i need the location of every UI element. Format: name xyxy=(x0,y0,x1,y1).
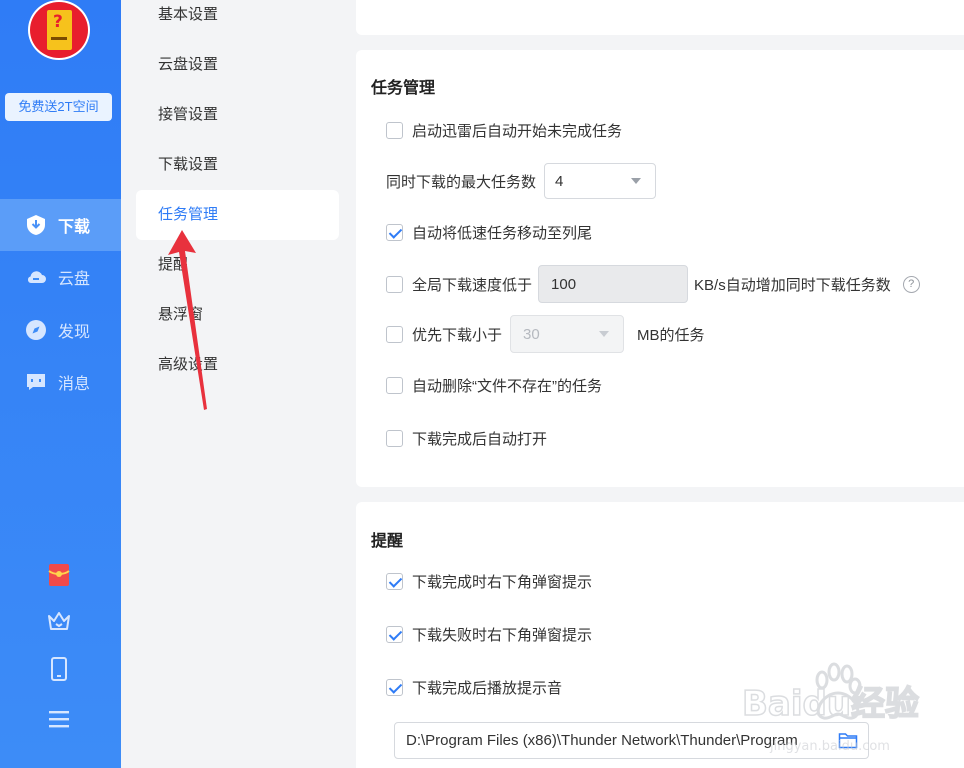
card-icon xyxy=(47,10,72,50)
chevron-down-icon xyxy=(631,178,642,184)
task-management-panel: 任务管理 启动迅雷后自动开始未完成任务 同时下载的最大任务数 4 自动将低速任务… xyxy=(356,50,964,487)
fail-popup-row[interactable]: 下载失败时右下角弹窗提示 xyxy=(386,624,592,645)
auto-open-row[interactable]: 下载完成后自动打开 xyxy=(386,428,547,449)
watermark-url: jingyan.baidu.com xyxy=(769,739,890,754)
fail-popup-label: 下载失败时右下角弹窗提示 xyxy=(412,627,593,644)
auto-start-label: 启动迅雷后自动开始未完成任务 xyxy=(412,123,623,140)
baidu-watermark: Baidu经验 jingyan.baidu.com xyxy=(741,662,920,754)
complete-popup-label: 下载完成时右下角弹窗提示 xyxy=(412,574,593,591)
max-tasks-label: 同时下载的最大任务数 xyxy=(386,173,537,191)
auto-delete-checkbox[interactable] xyxy=(386,377,403,394)
auto-start-checkbox[interactable] xyxy=(386,122,403,139)
settings-nav: 基本设置 云盘设置 接管设置 下载设置 任务管理 提醒 悬浮窗 高级设置 xyxy=(121,0,355,768)
nav-item-cloud[interactable]: 云盘 xyxy=(0,251,121,303)
section-title: 提醒 xyxy=(371,533,404,550)
speed-row: 全局下载速度低于 100 KB/s自动增加同时下载任务数 ? xyxy=(386,265,920,303)
priority-row: 优先下载小于 30 MB的任务 xyxy=(386,315,705,353)
auto-start-row[interactable]: 启动迅雷后自动开始未完成任务 xyxy=(386,120,622,141)
watermark-text: Baidu经验 xyxy=(742,684,919,724)
priority-prefix: 优先下载小于 xyxy=(412,326,503,344)
red-envelope-icon[interactable] xyxy=(46,562,72,588)
section-title: 任务管理 xyxy=(371,80,436,97)
priority-select[interactable]: 30 xyxy=(510,315,625,353)
menu-icon[interactable] xyxy=(46,706,72,732)
nav-label: 消息 xyxy=(58,376,91,393)
sound-checkbox[interactable] xyxy=(386,679,403,696)
complete-popup-checkbox[interactable] xyxy=(386,573,403,590)
settings-nav-basic[interactable]: 基本设置 xyxy=(136,0,339,40)
chevron-down-icon xyxy=(599,331,610,337)
crown-icon[interactable] xyxy=(46,608,72,634)
priority-suffix: MB的任务 xyxy=(637,326,705,344)
speed-prefix: 全局下载速度低于 xyxy=(412,276,533,294)
auto-open-label: 下载完成后自动打开 xyxy=(412,431,548,448)
settings-nav-download[interactable]: 下载设置 xyxy=(136,140,339,190)
move-slow-label: 自动将低速任务移动至列尾 xyxy=(412,225,593,242)
promo-button[interactable]: 免费送2T空间 xyxy=(5,93,112,121)
help-icon[interactable]: ? xyxy=(902,275,920,293)
settings-nav-task-management[interactable]: 任务管理 xyxy=(136,190,339,240)
settings-nav-advanced[interactable]: 高级设置 xyxy=(136,340,339,390)
settings-nav-reminder[interactable]: 提醒 xyxy=(136,240,339,290)
speed-checkbox[interactable] xyxy=(386,275,403,293)
basic-settings-panel xyxy=(356,0,964,35)
nav-item-discover[interactable]: 发现 xyxy=(0,304,121,356)
move-slow-row[interactable]: 自动将低速任务移动至列尾 xyxy=(386,222,592,243)
auto-delete-label: 自动删除“文件不存在”的任务 xyxy=(412,378,602,395)
nav-item-download[interactable]: 下载 xyxy=(0,199,121,251)
auto-delete-row[interactable]: 自动删除“文件不存在”的任务 xyxy=(386,375,602,396)
message-icon xyxy=(27,374,45,390)
max-tasks-select[interactable]: 4 xyxy=(544,163,657,199)
fail-popup-checkbox[interactable] xyxy=(386,626,403,643)
sound-row[interactable]: 下载完成后播放提示音 xyxy=(386,677,562,698)
speed-input[interactable]: 100 xyxy=(538,265,689,303)
max-tasks-value: 4 xyxy=(555,172,564,190)
nav-label: 下载 xyxy=(58,219,91,236)
nav-label: 云盘 xyxy=(58,271,91,288)
nav-item-messages[interactable]: 消息 xyxy=(0,356,121,408)
max-tasks-row: 同时下载的最大任务数 4 xyxy=(386,163,657,199)
sound-label: 下载完成后播放提示音 xyxy=(412,680,563,697)
auto-open-checkbox[interactable] xyxy=(386,430,403,447)
avatar[interactable] xyxy=(28,0,90,60)
complete-popup-row[interactable]: 下载完成时右下角弹窗提示 xyxy=(386,571,592,592)
cloud-icon xyxy=(27,271,46,283)
settings-nav-floating[interactable]: 悬浮窗 xyxy=(136,290,339,340)
left-rail: 免费送2T空间 下载 云盘 发现 消息 xyxy=(0,0,121,768)
nav-label: 发现 xyxy=(58,324,91,341)
settings-nav-takeover[interactable]: 接管设置 xyxy=(136,90,339,140)
download-shield-icon xyxy=(27,215,45,235)
compass-icon xyxy=(26,320,46,340)
speed-suffix: KB/s自动增加同时下载任务数 xyxy=(694,276,891,294)
phone-icon[interactable] xyxy=(46,656,72,682)
priority-checkbox[interactable] xyxy=(386,325,403,343)
speed-value: 100 xyxy=(551,275,577,293)
settings-nav-cloud[interactable]: 云盘设置 xyxy=(136,40,339,90)
move-slow-checkbox[interactable] xyxy=(386,224,403,241)
priority-value: 30 xyxy=(523,325,540,343)
